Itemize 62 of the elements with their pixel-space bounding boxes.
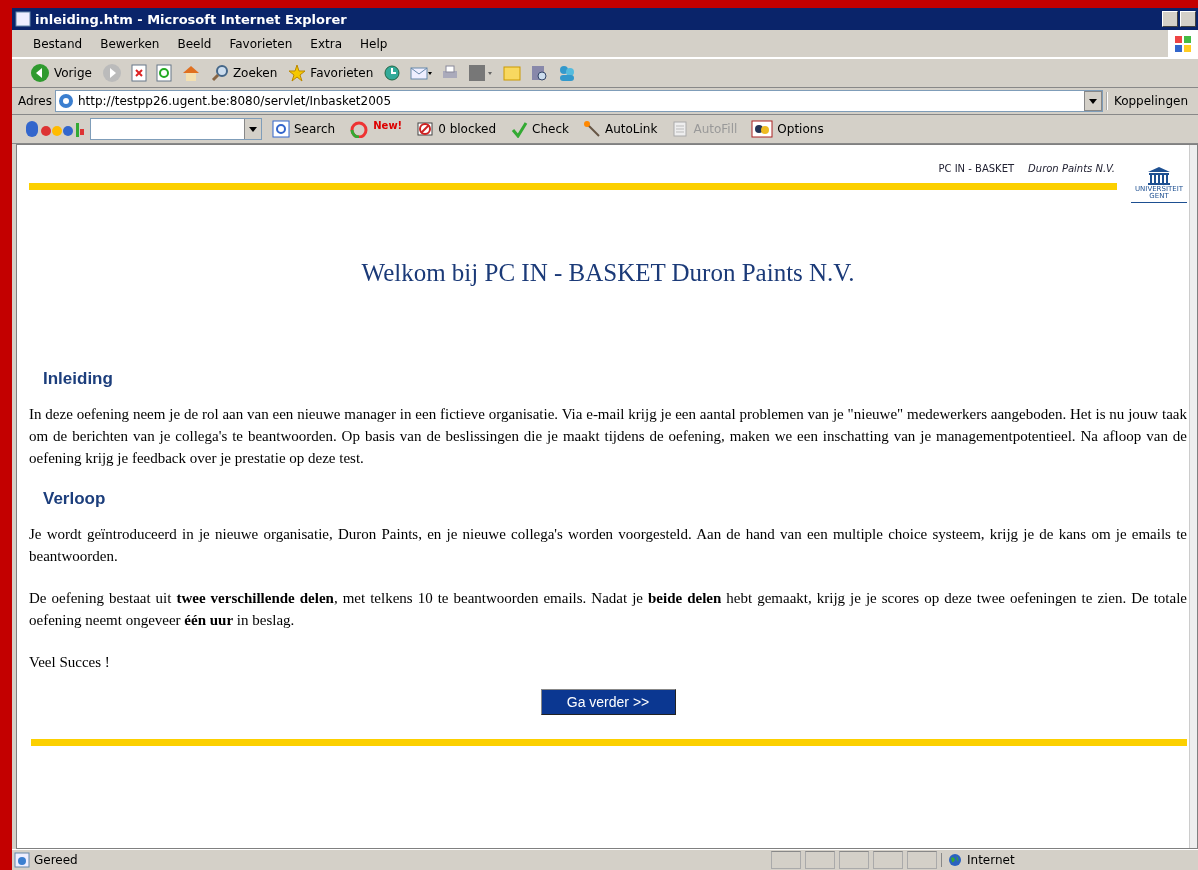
status-panel — [839, 851, 869, 869]
section-heading: Verloop — [43, 489, 107, 509]
options-button[interactable]: Options — [747, 118, 828, 140]
status-text: Gereed — [34, 853, 79, 867]
google-logo[interactable] — [26, 119, 84, 139]
menu-item[interactable]: Bewerken — [91, 34, 169, 53]
caret-icon — [1088, 98, 1097, 104]
address-field[interactable]: http://testpp26.ugent.be:8080/servlet/Inbasket2005 — [54, 90, 1103, 112]
globe-icon — [948, 853, 962, 867]
status-panel — [907, 851, 937, 869]
stop-icon[interactable] — [130, 64, 147, 82]
page-title: Welkom bij PC IN - BASKET Duron Paints N.V. — [360, 259, 856, 287]
caret-icon — [249, 126, 257, 132]
page-icon — [14, 852, 30, 868]
menu-item[interactable]: Extra — [301, 34, 351, 53]
paragraph: Je wordt geïntroduceerd in je nieuwe organisatie, Duron Paints, en je nieuwe collega's worden voorgesteld. Aan de hand van een multiple choice systeem, krijg je de kans om je emails te beantwoorden. — [29, 525, 1187, 566]
search-button[interactable]: Search — [268, 118, 340, 140]
section-heading: Inleiding — [43, 369, 114, 389]
address-label: Adres — [18, 94, 52, 108]
window-title: inleiding.htm - Microsoft Internet Explorer — [35, 11, 347, 27]
paragraph: Veel Succes ! — [29, 653, 111, 672]
browser-icon — [15, 11, 31, 27]
zone-label: Internet — [967, 853, 1015, 867]
popup-button[interactable]: 0 blocked — [412, 118, 501, 140]
menu-item[interactable]: Beeld — [168, 34, 221, 53]
refresh-icon[interactable] — [155, 64, 172, 82]
status-panel — [873, 851, 903, 869]
company-name: Duron Paints N.V. — [1028, 163, 1115, 174]
spellcheck-icon — [510, 120, 529, 138]
back-button[interactable]: Vorige — [26, 61, 96, 85]
magic-wand-icon — [583, 120, 601, 138]
menu-item[interactable]: Help — [351, 34, 397, 53]
star-icon — [288, 64, 307, 82]
url-text: http://testpp26.ugent.be:8080/servlet/Inbasket2005 — [77, 94, 392, 108]
links-button[interactable]: Koppelingen — [1105, 92, 1198, 110]
search-button[interactable]: Zoeken — [206, 62, 282, 84]
check-button[interactable]: Check — [506, 118, 573, 140]
status-panel — [771, 851, 801, 869]
dropdown-button[interactable] — [244, 119, 261, 139]
options-icon — [751, 120, 774, 138]
google-search-field[interactable] — [90, 118, 262, 140]
maximize-button[interactable] — [1180, 11, 1196, 27]
paragraph: In deze oefening neem je de rol aan van een nieuwe manager in een fictieve organisatie. Via e-mail krijg je een aantal problemen van je "nieuwe" medewerkers aangeboden. Het is nu jouw taak om de berichten van je collega's te beantwoorden. Op basis van de beslissingen die je maakt tijdens de oefening, maken we een inschatting van je managementpotentieel. Na afloop van de oefening krijg je feedback over je prestatie op deze test. — [29, 405, 1187, 468]
favorites-button[interactable]: Favorieten — [284, 62, 378, 84]
status-panel — [805, 851, 835, 869]
swirl-icon — [349, 120, 370, 138]
menu-item[interactable]: Favorieten — [220, 34, 302, 53]
dropdown-button[interactable] — [1083, 91, 1102, 111]
autolink-button[interactable]: AutoLink — [579, 118, 662, 140]
scrollbar[interactable] — [1189, 145, 1197, 848]
envelope-icon[interactable] — [410, 64, 433, 82]
continue-button[interactable]: Ga verder >> — [540, 689, 676, 715]
page-icon — [57, 93, 74, 109]
form-icon — [671, 120, 690, 138]
minimize-button[interactable] — [1162, 11, 1178, 27]
search-icon — [210, 64, 229, 82]
header-title: PC IN - BASKET — [938, 163, 1015, 174]
history-icon[interactable] — [383, 64, 402, 82]
blocked-window-icon — [416, 120, 435, 138]
menu-item[interactable]: Bestand — [24, 34, 92, 53]
search-icon — [272, 120, 290, 138]
paragraph: De oefening bestaat uit twee verschillende delen, met telkens 10 te beantwoorden emails. Nadat je beide delen hebt gemaakt, krijg je je scores op deze twee oefeningen te zien. De totale oefening neemt ongeveer één uur in beslag. — [29, 589, 1187, 630]
